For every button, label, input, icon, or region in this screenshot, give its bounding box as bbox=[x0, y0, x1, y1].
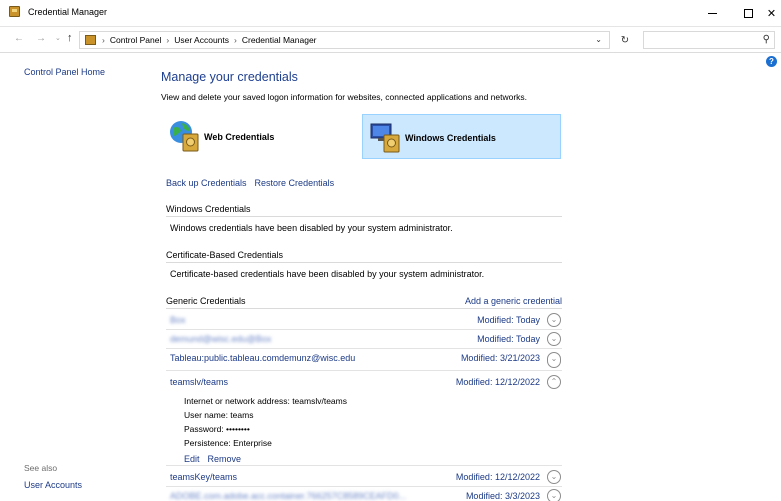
credential-modified: Modified: Today bbox=[477, 315, 540, 325]
refresh-button[interactable]: ↻ bbox=[615, 31, 635, 49]
breadcrumb-separator-icon: › bbox=[166, 35, 170, 45]
restore-credentials-link[interactable]: Restore Credentials bbox=[255, 178, 335, 188]
maximize-icon bbox=[744, 9, 753, 18]
web-credentials-icon bbox=[170, 121, 199, 152]
title-bar: Credential Manager ✕ bbox=[0, 0, 781, 27]
divider bbox=[166, 465, 562, 466]
credential-name: teamsKey/teams bbox=[170, 472, 238, 482]
detail-address: Internet or network address: teamslv/tea… bbox=[184, 396, 347, 406]
windows-credentials-heading: Windows Credentials bbox=[166, 204, 562, 217]
address-bar[interactable]: › Control Panel › User Accounts › Creden… bbox=[79, 31, 610, 49]
edit-link[interactable]: Edit bbox=[184, 454, 200, 464]
see-also-label: See also bbox=[24, 463, 58, 473]
credential-name: teamslv/teams bbox=[170, 377, 229, 387]
minimize-icon bbox=[708, 13, 717, 14]
chevron-down-icon[interactable]: ⌄ bbox=[547, 313, 561, 327]
page-title: Manage your credentials bbox=[161, 70, 298, 84]
back-up-credentials-link[interactable]: Back up Credentials bbox=[166, 178, 247, 188]
generic-credentials-heading: Generic Credentials bbox=[166, 296, 246, 306]
backup-restore-links: Back up Credentials Restore Credentials bbox=[166, 178, 334, 188]
windows-credentials-section: Windows Credentials Windows credentials … bbox=[166, 204, 562, 233]
help-icon[interactable]: ? bbox=[766, 56, 777, 67]
minimize-button[interactable] bbox=[693, 0, 732, 27]
credential-modified: Modified: 12/12/2022 bbox=[455, 377, 540, 387]
breadcrumb-separator-icon: › bbox=[234, 35, 237, 45]
credential-modified: Modified: 3/3/2023 bbox=[465, 491, 540, 501]
windows-credentials-label: Windows Credentials bbox=[405, 133, 496, 143]
credential-name: demund@wisc.edu@Box bbox=[170, 334, 272, 344]
chevron-down-icon[interactable]: ⌄ bbox=[547, 470, 561, 484]
credential-name: ADOBE.com.adobe.acc.container.766257C858… bbox=[170, 491, 407, 501]
credential-name: Tableau:public.tableau.comdemunz@wisc.ed… bbox=[170, 353, 356, 363]
web-credentials-tab[interactable]: Web Credentials bbox=[162, 114, 360, 159]
windows-credentials-note: Windows credentials have been disabled b… bbox=[170, 223, 453, 233]
web-credentials-label: Web Credentials bbox=[204, 132, 275, 142]
page-subtitle: View and delete your saved logon informa… bbox=[161, 92, 528, 102]
close-button[interactable]: ✕ bbox=[762, 0, 781, 27]
add-generic-credential-link[interactable]: Add a generic credential bbox=[465, 296, 562, 306]
back-arrow-icon[interactable]: ← bbox=[14, 33, 24, 44]
detail-persistence: Persistence: Enterprise bbox=[184, 438, 272, 448]
certificate-credentials-heading: Certificate-Based Credentials bbox=[166, 250, 562, 263]
credential-row[interactable]: ADOBE.com.adobe.acc.container.766257C858… bbox=[166, 487, 562, 501]
breadcrumb: › Control Panel › User Accounts › Creden… bbox=[102, 35, 317, 45]
credential-modified: Modified: 12/12/2022 bbox=[455, 472, 540, 482]
control-panel-home-link[interactable]: Control Panel Home bbox=[24, 67, 105, 77]
certificate-credentials-section: Certificate-Based Credentials Certificat… bbox=[166, 250, 562, 279]
chevron-down-icon[interactable]: ⌄ bbox=[547, 352, 561, 368]
credential-name: Box bbox=[170, 315, 186, 325]
refresh-icon: ↻ bbox=[620, 34, 630, 46]
address-dropdown-icon[interactable]: ⌄ bbox=[595, 35, 602, 44]
user-accounts-link[interactable]: User Accounts bbox=[24, 480, 82, 490]
forward-arrow-icon[interactable]: → bbox=[36, 33, 46, 44]
address-toolbar: ← → ⌄ ↑ › Control Panel › User Accounts … bbox=[0, 27, 781, 53]
windows-credentials-tab[interactable]: Windows Credentials bbox=[362, 114, 561, 159]
up-arrow-icon[interactable]: ↑ bbox=[67, 32, 73, 44]
search-input[interactable]: ⚲ bbox=[643, 31, 775, 49]
credential-modified: Modified: 3/21/2023 bbox=[460, 353, 540, 363]
detail-username: User name: teams bbox=[184, 410, 254, 420]
credential-modified: Modified: Today bbox=[477, 334, 540, 344]
window-title: Credential Manager bbox=[28, 7, 108, 17]
credential-row[interactable]: Box Modified: Today ⌄ bbox=[166, 311, 562, 330]
credential-row[interactable]: demund@wisc.edu@Box Modified: Today ⌄ bbox=[166, 330, 562, 349]
breadcrumb-separator-icon: › bbox=[102, 35, 105, 45]
chevron-up-icon[interactable]: ⌃ bbox=[547, 375, 561, 389]
recent-locations-icon[interactable]: ⌄ bbox=[55, 34, 61, 42]
chevron-down-icon[interactable]: ⌄ bbox=[547, 332, 561, 346]
close-icon: ✕ bbox=[766, 8, 777, 20]
search-icon: ⚲ bbox=[762, 34, 770, 45]
credential-row[interactable]: teamsKey/teams Modified: 12/12/2022 ⌄ bbox=[166, 468, 562, 487]
chevron-down-icon[interactable]: ⌄ bbox=[547, 489, 561, 501]
credential-row-expanded[interactable]: teamslv/teams Modified: 12/12/2022 ⌃ bbox=[166, 373, 562, 392]
breadcrumb-user-accounts[interactable]: User Accounts bbox=[174, 35, 229, 45]
detail-actions: Edit Remove bbox=[184, 454, 241, 464]
remove-link[interactable]: Remove bbox=[208, 454, 242, 464]
breadcrumb-credential-manager[interactable]: Credential Manager bbox=[242, 35, 317, 45]
credential-row[interactable]: Tableau:public.tableau.comdemunz@wisc.ed… bbox=[166, 349, 562, 371]
credential-manager-icon bbox=[9, 6, 20, 17]
breadcrumb-control-panel[interactable]: Control Panel bbox=[110, 35, 162, 45]
detail-password: Password: •••••••• bbox=[184, 424, 250, 434]
windows-credentials-icon bbox=[370, 123, 400, 153]
generic-credentials-header: Generic Credentials Add a generic creden… bbox=[166, 296, 562, 309]
control-panel-folder-icon bbox=[85, 35, 96, 45]
certificate-credentials-note: Certificate-based credentials have been … bbox=[170, 269, 485, 279]
